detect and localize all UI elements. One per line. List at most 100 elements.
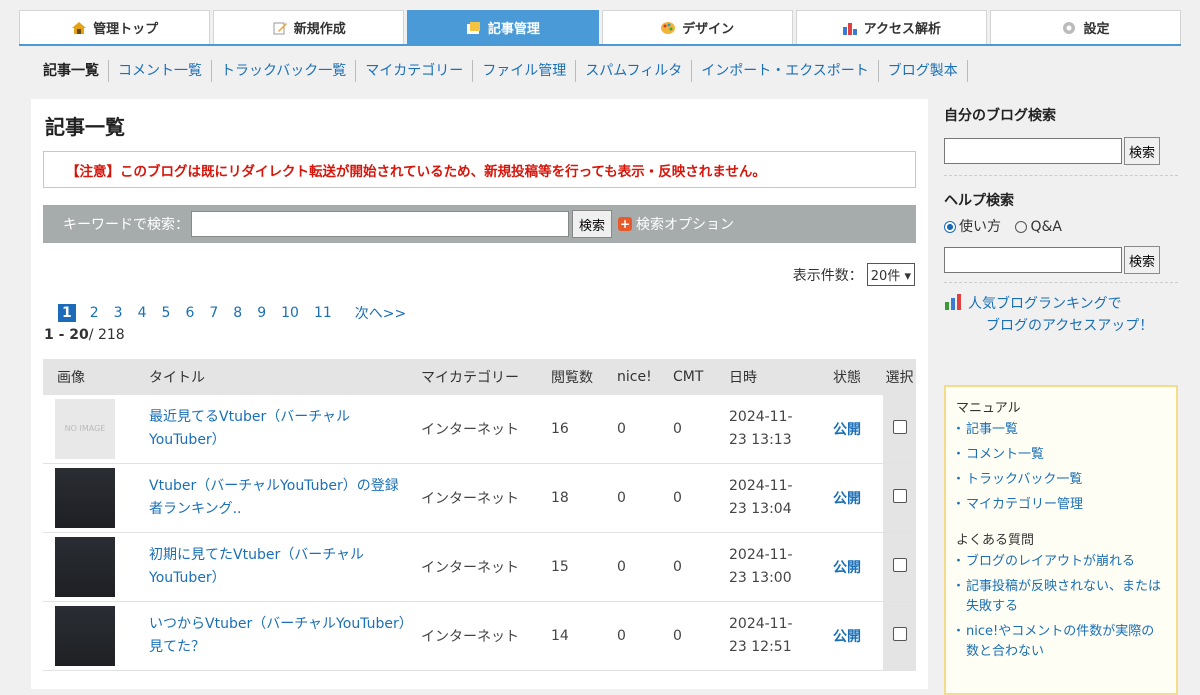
tab-access-analysis[interactable]: アクセス解析 [795, 10, 987, 44]
article-thumbnail [55, 468, 115, 528]
page-link[interactable]: 6 [185, 305, 194, 321]
subnav-file-management[interactable]: ファイル管理 [473, 60, 577, 82]
subnav-import-export[interactable]: インポート・エクスポート [692, 60, 879, 82]
table-row: 初期に見てたVtuber（バーチャルYouTuber） インターネット 15 0… [43, 532, 916, 602]
page-link[interactable]: 9 [257, 305, 266, 321]
blog-search-input[interactable] [944, 138, 1122, 164]
radio-usage-label: 使い方 [959, 219, 1001, 235]
per-page-select[interactable]: 20件 ▾ [866, 263, 915, 286]
page-link[interactable]: 2 [90, 305, 99, 321]
keyword-search-input[interactable] [191, 211, 569, 237]
col-views: 閲覧数 [551, 359, 617, 395]
row-checkbox[interactable] [892, 420, 907, 434]
article-views: 14 [551, 601, 617, 671]
page-link[interactable]: 4 [138, 305, 147, 321]
redirect-notice: 【注意】このブログは既にリダイレクト転送が開始されているため、新規投稿等を行って… [43, 151, 916, 188]
range-total: / 218 [88, 327, 125, 343]
help-search-row: 検索 [944, 246, 1178, 274]
manual-title: マニュアル [956, 401, 1021, 416]
search-button[interactable]: 検索 [572, 210, 612, 238]
col-select: 選択 [883, 359, 916, 395]
pencil-icon [273, 22, 287, 34]
page-link[interactable]: 5 [162, 305, 171, 321]
subnav-my-category[interactable]: マイカテゴリー [356, 60, 474, 82]
subnav-blog-book[interactable]: ブログ製本 [879, 60, 968, 82]
manual-link[interactable]: トラックバック一覧 [952, 470, 1166, 490]
faq-link[interactable]: nice!やコメントの件数が実際の数と合わない [952, 622, 1166, 662]
article-title-link[interactable]: いつからVtuber（バーチャルYouTuber）見てた？ [149, 613, 409, 659]
col-date: 日時 [729, 359, 833, 395]
tab-article-management[interactable]: 記事管理 [407, 10, 599, 44]
nav-underline [19, 44, 1181, 46]
article-title-link[interactable]: Vtuber（バーチャルYouTuber）の登録者ランキング.. [149, 475, 409, 521]
help-search-button[interactable]: 検索 [1124, 246, 1160, 274]
sub-navigation: 記事一覧 コメント一覧 トラックバック一覧 マイカテゴリー ファイル管理 スパム… [43, 60, 968, 82]
article-nice: 0 [617, 532, 673, 602]
article-nice: 0 [617, 463, 673, 533]
next-page-link[interactable]: 次へ>> [355, 303, 406, 323]
tab-settings[interactable]: 設定 [989, 10, 1182, 44]
blog-search-title: 自分のブログ検索 [944, 108, 1056, 124]
faq-link[interactable]: 記事投稿が反映されない、または失敗する [952, 577, 1166, 617]
no-image-thumbnail: NO IMAGE [55, 399, 115, 459]
result-range: 1 - 20/ 218 [44, 327, 125, 343]
row-checkbox[interactable] [892, 627, 907, 641]
table-row: NO IMAGE 最近見てるVtuber（バーチャルYouTuber） インター… [43, 395, 916, 464]
status-link[interactable]: 公開 [833, 491, 861, 507]
status-link[interactable]: 公開 [833, 629, 861, 645]
col-nice: nice! [617, 359, 673, 395]
manual-link[interactable]: マイカテゴリー管理 [952, 495, 1166, 515]
article-time: 23 13:00 [729, 570, 792, 586]
home-icon [72, 21, 87, 34]
article-category: インターネット [421, 463, 551, 533]
article-date: 2024-11- [729, 409, 793, 425]
article-category: インターネット [421, 532, 551, 602]
bar-chart-icon [842, 22, 857, 35]
article-category: インターネット [421, 395, 551, 464]
article-title-link[interactable]: 最近見てるVtuber（バーチャルYouTuber） [149, 406, 409, 452]
per-page-control: 表示件数： 20件 ▾ [793, 263, 915, 286]
plus-icon[interactable]: + [618, 217, 632, 231]
row-checkbox[interactable] [892, 558, 907, 572]
ranking-text-line1: 人気ブログランキングで [968, 296, 1122, 312]
status-link[interactable]: 公開 [833, 560, 861, 576]
article-category: インターネット [421, 601, 551, 671]
blog-search-button[interactable]: 検索 [1124, 137, 1160, 165]
search-options-link[interactable]: 検索オプション [636, 214, 734, 234]
tab-new-post[interactable]: 新規作成 [213, 10, 405, 44]
radio-usage[interactable] [944, 221, 956, 233]
tab-design[interactable]: デザイン [601, 10, 793, 44]
divider [944, 175, 1178, 176]
col-cmt: CMT [673, 359, 729, 395]
article-views: 18 [551, 463, 617, 533]
tab-label: アクセス解析 [863, 22, 941, 37]
page-link[interactable]: 3 [114, 305, 123, 321]
tab-label: 設定 [1083, 22, 1110, 37]
article-title-link[interactable]: 初期に見てたVtuber（バーチャルYouTuber） [149, 544, 409, 590]
page-link[interactable]: 8 [233, 305, 242, 321]
row-checkbox[interactable] [892, 489, 907, 503]
main-panel: 記事一覧 【注意】このブログは既にリダイレクト転送が開始されているため、新規投稿… [31, 99, 928, 689]
manual-link[interactable]: 記事一覧 [952, 420, 1166, 440]
article-time: 23 13:13 [729, 432, 792, 448]
manual-box: マニュアル 記事一覧 コメント一覧 トラックバック一覧 マイカテゴリー管理 よく… [944, 385, 1178, 695]
manual-link[interactable]: コメント一覧 [952, 445, 1166, 465]
tab-label: 管理トップ [93, 22, 159, 37]
page-link[interactable]: 10 [281, 305, 299, 321]
tab-label: 新規作成 [293, 22, 346, 37]
status-link[interactable]: 公開 [833, 422, 861, 438]
radio-qa-label: Q&A [1030, 219, 1062, 235]
ranking-link[interactable]: 人気ブログランキングで ブログのアクセスアップ！ [944, 293, 1178, 337]
faq-link[interactable]: ブログのレイアウトが崩れる [952, 552, 1166, 572]
page-link[interactable]: 11 [314, 305, 332, 321]
subnav-trackback-list[interactable]: トラックバック一覧 [212, 60, 357, 82]
subnav-spam-filter[interactable]: スパムフィルタ [576, 60, 693, 82]
radio-qa[interactable] [1015, 221, 1028, 233]
tab-admin-top[interactable]: 管理トップ [19, 10, 211, 44]
subnav-article-list[interactable]: 記事一覧 [43, 60, 109, 82]
blog-search-row: 検索 [944, 137, 1178, 165]
table-row: Vtuber（バーチャルYouTuber）の登録者ランキング.. インターネット… [43, 463, 916, 533]
page-link[interactable]: 7 [209, 305, 218, 321]
help-search-input[interactable] [944, 247, 1122, 273]
subnav-comment-list[interactable]: コメント一覧 [109, 60, 212, 82]
